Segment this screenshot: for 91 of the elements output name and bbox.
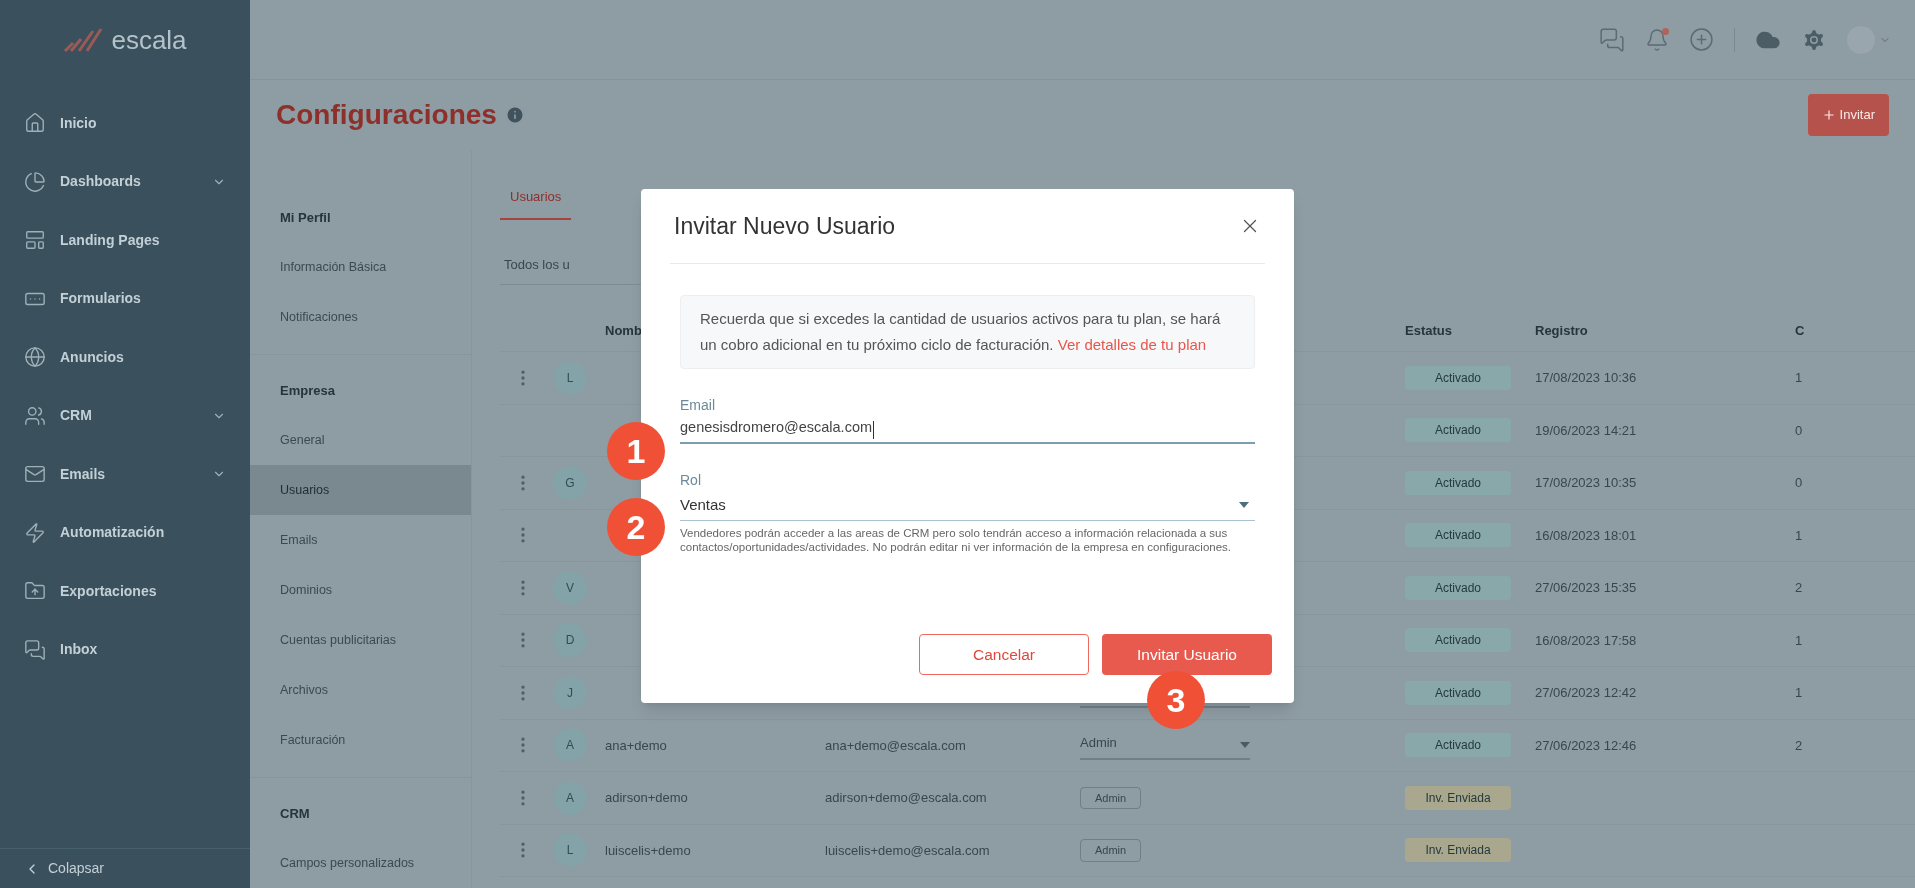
registration-date: 17/08/2023 10:36 [1535,370,1637,385]
role-tag: Admin [1080,786,1142,809]
sidebar-item[interactable]: CRM [0,386,250,445]
role-select[interactable]: Ventas [680,491,1255,521]
count-cell: 1 [1795,632,1803,648]
count-cell: 1 [1795,527,1803,543]
cancel-button[interactable]: Cancelar [919,634,1089,675]
registration-date: 17/08/2023 10:35 [1535,475,1637,490]
sidebar-item[interactable]: Exportaciones [0,562,250,621]
invite-button[interactable]: Invitar [1807,94,1889,136]
status-badge: Inv. Enviada [1405,838,1511,863]
user-name: ana+demo [605,737,667,753]
users-icon [24,404,46,427]
registration-date: 16/08/2023 18:01 [1535,527,1637,543]
globe-icon [24,346,46,369]
settings-nav-item[interactable]: Archivos [250,665,471,715]
role-help-text: Vendedores podrán acceder a las areas de CRM pero solo tendrán acceso a información relacionada a sus contactos/oportunidades/actividades. No podrán editar ni ver información de la empresa en configuraciones. [680,526,1233,554]
column-header: C [1795,322,1805,338]
sidebar-item[interactable]: Emails [0,445,250,504]
bell-icon[interactable] [1645,27,1669,52]
user-email: luiscelis+demo@escala.com [825,842,990,858]
user-name: adirson+demo [605,790,688,805]
chat-icon[interactable] [1599,26,1625,53]
email-label: Email [680,396,716,415]
dialog-title: Invitar Nuevo Usuario [674,211,896,241]
settings-section-title: CRM [279,805,311,824]
registration-date: 27/06/2023 12:42 [1535,685,1637,700]
column-header: Nomb [605,322,642,338]
add-icon[interactable] [1689,27,1714,52]
tab[interactable]: Usuarios [500,186,572,220]
user-email: ana+demo@escala.com [825,737,966,753]
registration-date: 16/08/2023 17:58 [1535,632,1637,648]
settings-nav-item[interactable]: Campos personalizados [250,838,471,888]
plus-icon [1821,108,1836,122]
page-title: Configuraciones [276,98,497,132]
registration-date: 27/06/2023 15:35 [1535,580,1637,595]
count-cell: 1 [1795,370,1803,385]
sidebar-item[interactable]: Inicio [0,94,250,153]
sidebar-item[interactable]: Inbox [0,620,250,679]
sidebar-item[interactable]: Dashboards [0,152,250,211]
status-badge: Activado [1405,418,1511,443]
sidebar-item[interactable]: Formularios [0,269,250,328]
settings-section-title: Mi Perfil [279,209,332,228]
house-icon [24,112,46,135]
status-badge: Activado [1405,733,1511,758]
settings-nav-item[interactable]: General [250,415,471,465]
settings-nav-item[interactable]: Usuarios [250,465,471,515]
role-tag: Admin [1080,839,1142,862]
status-badge: Activado [1405,365,1511,390]
settings-nav-item[interactable]: Cuentas publicitarias [250,615,471,665]
invite-user-button[interactable]: Invitar Usuario [1102,634,1272,675]
status-badge: Activado [1405,523,1511,548]
sidebar-item[interactable]: Automatización [0,503,250,562]
sidebar-item[interactable]: Anuncios [0,328,250,387]
status-badge: Activado [1405,680,1511,705]
status-badge: Activado [1405,628,1511,653]
email-field[interactable]: genesisdromero@escala.com [680,416,1255,444]
caret-icon [1240,742,1250,749]
caret-icon [1239,502,1249,508]
logo-text: escala [111,23,187,57]
count-cell: 2 [1795,737,1803,753]
sidebar-item[interactable]: Landing Pages [0,211,250,270]
settings-nav-item[interactable]: Emails [250,515,471,565]
settings-nav-item[interactable]: Información Básica [250,242,471,292]
lightning-icon [24,521,46,544]
settings-nav-item[interactable]: Notificaciones [250,292,471,342]
count-cell: 2 [1795,580,1803,595]
count-cell: 0 [1795,422,1803,438]
notice-text: Recuerda que si excedes la cantidad de usuarios activos para tu plan, se hará un cobro adicional en tu próximo ciclo de facturación. Ver detalles de tu plan [700,309,1222,355]
column-header: Estatus [1405,322,1452,338]
count-cell: 1 [1795,685,1803,700]
plan-details-link[interactable]: Ver detalles de tu plan [1057,336,1207,353]
user-email: adirson+demo@escala.com [825,790,987,805]
registration-date: 27/06/2023 12:46 [1535,737,1637,753]
role-select[interactable]: Admin [1080,730,1250,761]
count-cell: 0 [1795,475,1803,490]
status-badge: Activado [1405,575,1511,600]
user-name: luiscelis+demo [605,842,691,858]
chat-icon [24,638,46,661]
logo-mark-icon [63,27,104,53]
layout-icon [24,229,46,252]
settings-section-title: Empresa [279,382,336,401]
column-header: Registro [1535,322,1588,338]
status-badge: Inv. Enviada [1405,785,1511,810]
settings-nav-item[interactable]: Dominios [250,565,471,615]
info-icon [504,105,525,125]
pie-chart-icon [24,170,46,193]
role-label: Rol [680,471,702,490]
registration-date: 19/06/2023 14:21 [1535,422,1637,438]
settings-nav-item[interactable]: Facturación [250,715,471,765]
status-badge: Activado [1405,470,1511,495]
